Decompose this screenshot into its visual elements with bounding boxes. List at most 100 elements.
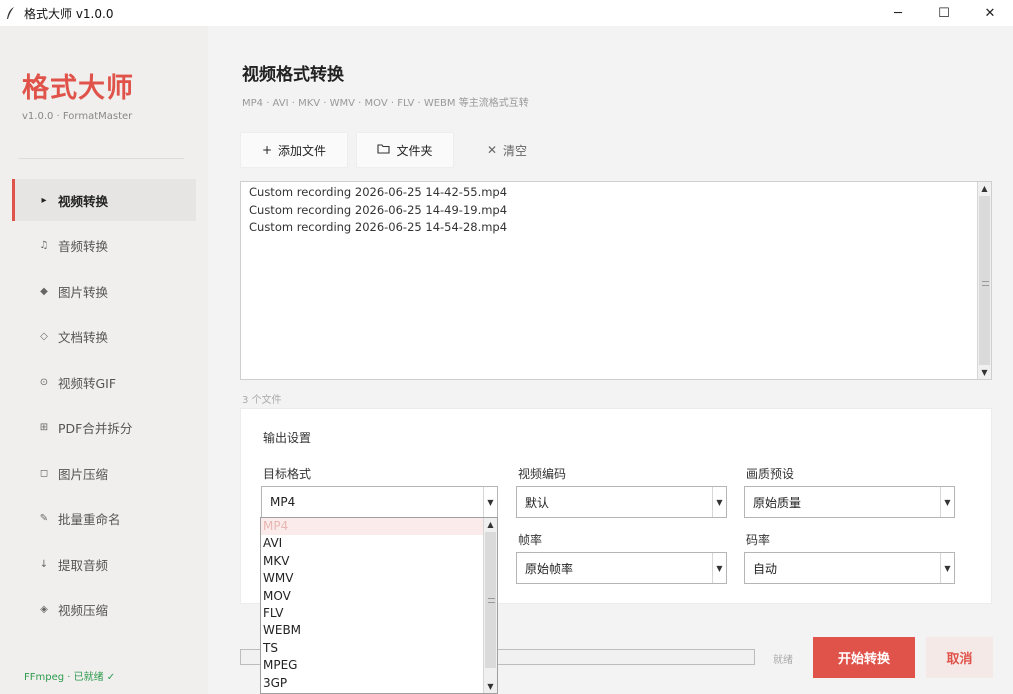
bitrate-label: 码率 [746, 533, 771, 547]
arrow-down-icon: ↓ [39, 558, 49, 570]
chevron-down-icon: ▼ [483, 487, 497, 517]
scroll-down-icon[interactable]: ▼ [484, 680, 497, 693]
dropdown-option[interactable]: MKV [261, 553, 497, 570]
target-format-value: MP4 [270, 495, 296, 509]
sidebar-item-image-compress[interactable]: ◻ 图片压缩 [12, 452, 196, 494]
sidebar-item-label: 音频转换 [58, 239, 109, 254]
dropdown-option[interactable]: WMV [261, 570, 497, 587]
cancel-button[interactable]: 取消 [926, 637, 993, 678]
add-file-button[interactable]: + 添加文件 [240, 132, 348, 168]
dropdown-option[interactable]: WEBM [261, 622, 497, 639]
status-text: 就绪 [773, 655, 793, 666]
sidebar-item-batch-rename[interactable]: ✎ 批量重命名 [12, 498, 196, 540]
dropdown-option[interactable]: MOV [261, 588, 497, 605]
bitrate-select[interactable]: 自动 ▼ [744, 552, 955, 584]
sidebar-item-video-compress[interactable]: ◈ 视频压缩 [12, 589, 196, 631]
sidebar-item-label: PDF合并拆分 [58, 421, 133, 436]
square-icon: ◻ [39, 467, 49, 479]
sidebar-item-label: 文档转换 [58, 330, 109, 345]
target-format-label: 目标格式 [263, 467, 312, 481]
folder-icon [377, 143, 391, 157]
scroll-down-icon[interactable]: ▼ [978, 366, 991, 379]
video-codec-label: 视频编码 [518, 467, 567, 481]
sidebar-item-image-convert[interactable]: ◆ 图片转换 [12, 270, 196, 312]
page-subtitle: MP4 · AVI · MKV · WMV · MOV · FLV · WEBM… [242, 98, 529, 109]
sidebar-item-label: 视频转GIF [58, 375, 117, 391]
file-list-scrollbar[interactable]: ▲ ▼ [977, 182, 991, 379]
dropdown-option[interactable]: MPEG [261, 657, 497, 674]
start-convert-button[interactable]: 开始转换 [813, 637, 915, 678]
dropdown-option[interactable]: AVI [261, 535, 497, 552]
dropdown-option[interactable]: TS [261, 640, 497, 657]
diamond-dot-icon: ◈ [40, 604, 48, 615]
pencil-icon: ✎ [39, 513, 49, 524]
video-codec-value: 默认 [525, 495, 550, 510]
ffmpeg-status: FFmpeg · 已就绪 ✓ [24, 672, 116, 683]
sidebar-divider [18, 158, 184, 159]
maximize-button[interactable]: ☐ [921, 0, 967, 26]
sidebar-item-audio-convert[interactable]: ♫ 音频转换 [12, 225, 196, 267]
music-note-icon: ♫ [39, 240, 49, 251]
circle-dot-icon: ⊙ [39, 376, 49, 388]
fps-label: 帧率 [518, 533, 543, 547]
add-folder-button[interactable]: 文件夹 [356, 132, 454, 168]
sidebar-item-label: 提取音频 [58, 557, 109, 573]
plus-icon: + [261, 143, 273, 157]
feather-icon [6, 6, 18, 20]
fps-select[interactable]: 原始帧率 ▼ [516, 552, 727, 584]
play-icon: ▸ [41, 194, 47, 206]
sidebar-item-label: 图片转换 [58, 284, 109, 300]
dropdown-scrollbar[interactable]: ▲ ▼ [483, 518, 497, 693]
close-icon: ✕ [486, 143, 498, 157]
dropdown-option[interactable]: FLV [261, 605, 497, 622]
chevron-down-icon: ▼ [940, 487, 954, 517]
clear-button[interactable]: ✕ 清空 [462, 132, 552, 168]
sidebar: 格式大师 v1.0.0 · FormatMaster ▸ 视频转换 ♫ 音频转换… [0, 26, 208, 694]
grid-icon: ⊞ [39, 422, 49, 433]
main-panel: 视频格式转换 MP4 · AVI · MKV · WMV · MOV · FLV… [208, 26, 1013, 694]
sidebar-item-label: 图片压缩 [58, 466, 109, 482]
window-title: 格式大师 v1.0.0 [24, 6, 114, 21]
sidebar-item-document-convert[interactable]: ◇ 文档转换 [12, 316, 196, 358]
sidebar-item-label: 视频转换 [58, 193, 109, 209]
list-item[interactable]: Custom recording 2026-06-25 14-42-55.mp4 [241, 184, 991, 202]
quality-preset-value: 原始质量 [753, 495, 802, 510]
scroll-up-icon[interactable]: ▲ [484, 518, 497, 531]
quality-preset-select[interactable]: 原始质量 ▼ [744, 486, 955, 518]
sidebar-item-video-convert[interactable]: ▸ 视频转换 [12, 179, 196, 221]
clear-label: 清空 [503, 143, 528, 158]
dropdown-option[interactable]: MP4 [261, 518, 497, 536]
version-label: v1.0.0 · FormatMaster [22, 111, 133, 122]
title-bar: 格式大师 v1.0.0 ─ ☐ ✕ [0, 0, 1013, 26]
sidebar-nav: ▸ 视频转换 ♫ 音频转换 ◆ 图片转换 ◇ 文档转换 ⊙ 视频转GIF ⊞ P… [12, 179, 196, 634]
list-item[interactable]: Custom recording 2026-06-25 14-49-19.mp4 [241, 202, 991, 220]
video-codec-select[interactable]: 默认 ▼ [516, 486, 727, 518]
scroll-up-icon[interactable]: ▲ [978, 182, 991, 195]
brand-title: 格式大师 [22, 73, 134, 104]
format-dropdown-list[interactable]: MP4 AVI MKV WMV MOV FLV WEBM TS MPEG 3GP… [260, 517, 498, 694]
page-title: 视频格式转换 [242, 65, 344, 85]
file-count: 3 个文件 [242, 395, 282, 406]
dropdown-option[interactable]: 3GP [261, 675, 497, 692]
toolbar: + 添加文件 文件夹 ✕ 清空 [240, 132, 560, 168]
chevron-down-icon: ▼ [712, 553, 726, 583]
scroll-thumb[interactable] [979, 196, 990, 365]
add-folder-label: 文件夹 [396, 143, 433, 158]
add-file-label: 添加文件 [278, 143, 327, 158]
diamond-outline-icon: ◇ [40, 331, 48, 342]
target-format-select[interactable]: MP4 ▼ [261, 486, 498, 518]
list-item[interactable]: Custom recording 2026-06-25 14-54-28.mp4 [241, 219, 991, 237]
settings-title: 输出设置 [263, 431, 312, 445]
chevron-down-icon: ▼ [712, 487, 726, 517]
sidebar-item-extract-audio[interactable]: ↓ 提取音频 [12, 543, 196, 585]
scroll-thumb[interactable] [485, 532, 496, 668]
sidebar-item-pdf-merge-split[interactable]: ⊞ PDF合并拆分 [12, 407, 196, 449]
sidebar-item-video-to-gif[interactable]: ⊙ 视频转GIF [12, 361, 196, 403]
chevron-down-icon: ▼ [940, 553, 954, 583]
close-button[interactable]: ✕ [967, 0, 1013, 26]
sidebar-item-label: 视频压缩 [58, 603, 109, 618]
diamond-icon: ◆ [40, 285, 48, 297]
minimize-button[interactable]: ─ [875, 0, 921, 26]
file-list[interactable]: Custom recording 2026-06-25 14-42-55.mp4… [240, 181, 992, 380]
sidebar-item-label: 批量重命名 [58, 512, 121, 527]
